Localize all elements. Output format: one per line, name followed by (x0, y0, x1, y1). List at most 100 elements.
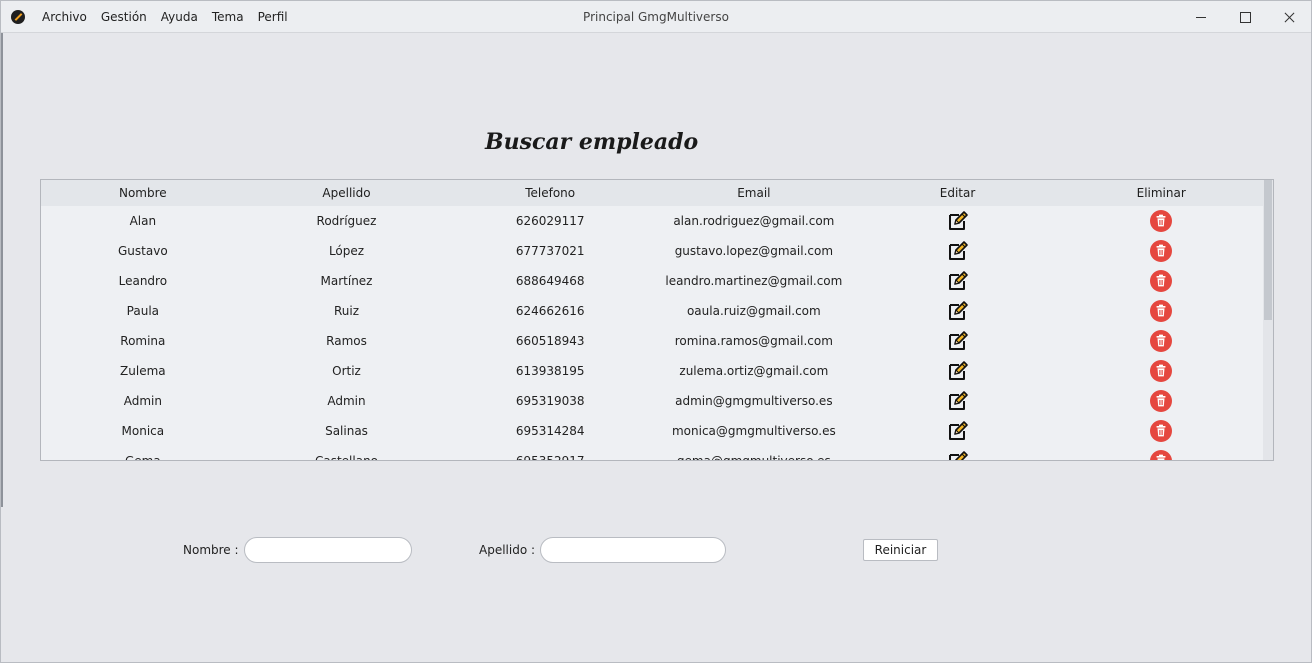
cell-email: gema@gmgmultiverso.es (676, 454, 831, 461)
cell-eliminar (1059, 450, 1263, 460)
window-edge (1, 33, 3, 507)
cell-eliminar (1059, 420, 1263, 442)
menu-tema[interactable]: Tema (205, 1, 251, 33)
cell-apellido: Ruiz (333, 304, 360, 318)
edit-pencil-icon[interactable] (947, 330, 969, 352)
edit-pencil-icon[interactable] (947, 360, 969, 382)
cell-nombre: Gema (124, 454, 161, 461)
table-scrollbar[interactable] (1263, 180, 1273, 460)
cell-eliminar (1059, 330, 1263, 352)
cell-editar (856, 240, 1060, 262)
table-row[interactable]: Zulema Ortiz 613938195 zulema.ortiz@gmai… (41, 356, 1263, 386)
cell-apellido: López (328, 244, 365, 258)
scrollbar-thumb[interactable] (1264, 180, 1272, 320)
cell-editar (856, 330, 1060, 352)
table-header: Nombre Apellido Telefono Email Editar El… (41, 180, 1263, 206)
cell-apellido: Ramos (326, 334, 367, 348)
edit-pencil-icon[interactable] (947, 420, 969, 442)
cell-nombre: Zulema (120, 364, 166, 378)
cell-eliminar (1059, 390, 1263, 412)
cell-eliminar (1059, 210, 1263, 232)
search-form: Nombre : Apellido : Reiniciar (1, 537, 1312, 565)
title-bar: Archivo Gestión Ayuda Tema Perfil Princi… (1, 1, 1311, 33)
trash-icon[interactable] (1150, 240, 1173, 262)
trash-icon[interactable] (1150, 330, 1173, 352)
column-header-email[interactable]: Email (652, 180, 856, 206)
reset-button[interactable]: Reiniciar (863, 539, 938, 561)
menu-ayuda[interactable]: Ayuda (154, 1, 205, 33)
table-row[interactable]: Leandro Martínez 688649468 leandro.marti… (41, 266, 1263, 296)
cell-email: alan.rodriguez@gmail.com (673, 214, 835, 228)
page-title: Buscar empleado (485, 129, 699, 155)
edit-pencil-icon[interactable] (947, 240, 969, 262)
trash-icon[interactable] (1150, 270, 1173, 292)
trash-icon[interactable] (1150, 300, 1173, 322)
table-row[interactable]: Paula Ruiz 624662616 oaula.ruiz@gmail.co… (41, 296, 1263, 326)
app-logo-icon (11, 10, 25, 24)
trash-icon[interactable] (1150, 450, 1173, 460)
table-row[interactable]: Admin Admin 695319038 admin@gmgmultivers… (41, 386, 1263, 416)
trash-icon[interactable] (1150, 360, 1173, 382)
cell-telefono: 695319038 (515, 394, 585, 408)
cell-editar (856, 360, 1060, 382)
cell-editar (856, 270, 1060, 292)
edit-pencil-icon[interactable] (947, 300, 969, 322)
table-row[interactable]: Romina Ramos 660518943 romina.ramos@gmai… (41, 326, 1263, 356)
menu-perfil[interactable]: Perfil (251, 1, 295, 33)
menu-gestion[interactable]: Gestión (94, 1, 154, 33)
trash-icon[interactable] (1150, 210, 1173, 232)
cell-email: leandro.martinez@gmail.com (665, 274, 843, 288)
cell-telefono: 695314284 (515, 424, 585, 438)
cell-email: oaula.ruiz@gmail.com (686, 304, 821, 318)
table-row[interactable]: Gustavo López 677737021 gustavo.lopez@gm… (41, 236, 1263, 266)
nombre-search-input[interactable] (244, 537, 412, 563)
edit-pencil-icon[interactable] (947, 450, 969, 460)
nombre-label: Nombre : (183, 543, 239, 557)
apellido-search-input[interactable] (540, 537, 726, 563)
cell-apellido: Ortiz (332, 364, 361, 378)
trash-icon[interactable] (1150, 390, 1173, 412)
cell-email: admin@gmgmultiverso.es (675, 394, 833, 408)
column-header-eliminar[interactable]: Eliminar (1059, 180, 1263, 206)
cell-nombre: Paula (126, 304, 159, 318)
cell-editar (856, 390, 1060, 412)
cell-editar (856, 210, 1060, 232)
column-header-telefono[interactable]: Telefono (448, 180, 652, 206)
minimize-button[interactable] (1179, 1, 1223, 33)
cell-nombre: Romina (120, 334, 166, 348)
edit-pencil-icon[interactable] (947, 390, 969, 412)
cell-nombre: Leandro (118, 274, 168, 288)
edit-pencil-icon[interactable] (947, 270, 969, 292)
cell-telefono: 660518943 (515, 334, 585, 348)
edit-pencil-icon[interactable] (947, 210, 969, 232)
cell-email: zulema.ortiz@gmail.com (679, 364, 829, 378)
close-button[interactable] (1267, 1, 1311, 33)
cell-eliminar (1059, 270, 1263, 292)
cell-editar (856, 420, 1060, 442)
apellido-label: Apellido : (479, 543, 536, 557)
menu-archivo[interactable]: Archivo (35, 1, 94, 33)
cell-eliminar (1059, 360, 1263, 382)
trash-icon[interactable] (1150, 420, 1173, 442)
column-header-nombre[interactable]: Nombre (41, 180, 245, 206)
table-row[interactable]: Monica Salinas 695314284 monica@gmgmulti… (41, 416, 1263, 446)
cell-telefono: 677737021 (515, 244, 585, 258)
app-window: Archivo Gestión Ayuda Tema Perfil Princi… (0, 0, 1312, 663)
cell-apellido: Castellano (314, 454, 379, 461)
cell-nombre: Gustavo (118, 244, 168, 258)
cell-email: monica@gmgmultiverso.es (671, 424, 836, 438)
cell-nombre: Monica (121, 424, 165, 438)
cell-telefono: 688649468 (515, 274, 585, 288)
table-row[interactable]: Alan Rodríguez 626029117 alan.rodriguez@… (41, 206, 1263, 236)
cell-nombre: Admin (123, 394, 162, 408)
cell-eliminar (1059, 300, 1263, 322)
column-header-editar[interactable]: Editar (856, 180, 1060, 206)
employee-table: Nombre Apellido Telefono Email Editar El… (40, 179, 1274, 461)
cell-email: gustavo.lopez@gmail.com (674, 244, 834, 258)
column-header-apellido[interactable]: Apellido (245, 180, 449, 206)
cell-apellido: Admin (327, 394, 366, 408)
cell-editar (856, 300, 1060, 322)
cell-editar (856, 450, 1060, 460)
table-row[interactable]: Gema Castellano 695352917 gema@gmgmultiv… (41, 446, 1263, 461)
maximize-button[interactable] (1223, 1, 1267, 33)
